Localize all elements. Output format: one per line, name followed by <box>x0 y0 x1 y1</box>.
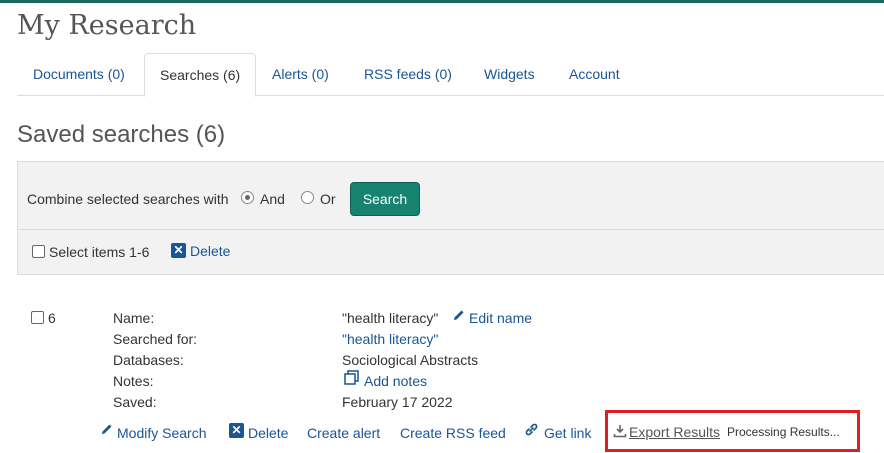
name-value: "health literacy" <box>342 310 439 326</box>
select-all-checkbox[interactable] <box>32 245 45 258</box>
get-link[interactable]: Get link <box>544 425 591 441</box>
notes-icon[interactable] <box>344 370 359 388</box>
pencil-icon[interactable] <box>452 308 466 325</box>
download-icon[interactable] <box>613 424 627 441</box>
page-title: My Research <box>17 10 197 41</box>
edit-name-link[interactable]: Edit name <box>469 310 532 326</box>
databases-value: Sociological Abstracts <box>342 352 479 368</box>
radio-and[interactable] <box>241 191 254 204</box>
notes-label: Notes: <box>113 373 154 389</box>
delete-link[interactable]: Delete <box>248 425 288 441</box>
name-label: Name: <box>113 310 155 326</box>
radio-or[interactable] <box>301 191 314 204</box>
radio-or-label[interactable]: Or <box>320 191 336 207</box>
export-results-link[interactable]: Export Results <box>629 424 720 440</box>
link-icon[interactable] <box>524 422 539 440</box>
section-title: Saved searches (6) <box>17 121 226 148</box>
radio-and-label[interactable]: And <box>260 191 285 207</box>
tab-bar: Documents (0) Searches (6) Alerts (0) RS… <box>17 53 884 97</box>
bulk-delete-link[interactable]: Delete <box>190 243 230 259</box>
tab-alerts[interactable]: Alerts (0) <box>257 53 344 96</box>
combine-panel: Combine selected searches with And Or Se… <box>17 161 884 275</box>
item-checkbox[interactable] <box>31 311 44 324</box>
panel-divider <box>18 229 884 230</box>
searched-for-link[interactable]: "health literacy" <box>342 331 438 347</box>
pencil-icon[interactable] <box>100 422 114 439</box>
top-accent-line <box>0 0 884 3</box>
tab-account[interactable]: Account <box>554 53 635 96</box>
delete-icon[interactable]: ✕ <box>229 423 244 438</box>
tab-documents[interactable]: Documents (0) <box>18 53 140 96</box>
saved-label: Saved: <box>113 394 157 410</box>
delete-icon[interactable]: ✕ <box>171 243 186 258</box>
tab-searches[interactable]: Searches (6) <box>144 53 257 97</box>
tab-rss-feeds[interactable]: RSS feeds (0) <box>349 53 467 96</box>
item-number: 6 <box>48 310 56 326</box>
modify-search-link[interactable]: Modify Search <box>117 425 206 441</box>
create-alert-link[interactable]: Create alert <box>307 425 380 441</box>
add-notes-link[interactable]: Add notes <box>364 373 427 389</box>
create-rss-link[interactable]: Create RSS feed <box>400 425 506 441</box>
select-all-label[interactable]: Select items 1-6 <box>49 244 149 260</box>
saved-value: February 17 2022 <box>342 394 453 410</box>
tab-widgets[interactable]: Widgets <box>469 53 550 96</box>
combine-label: Combine selected searches with <box>27 191 229 207</box>
processing-status: Processing Results... <box>727 425 840 439</box>
databases-label: Databases: <box>113 352 184 368</box>
searched-for-label: Searched for: <box>113 331 198 347</box>
search-button[interactable]: Search <box>350 182 420 216</box>
